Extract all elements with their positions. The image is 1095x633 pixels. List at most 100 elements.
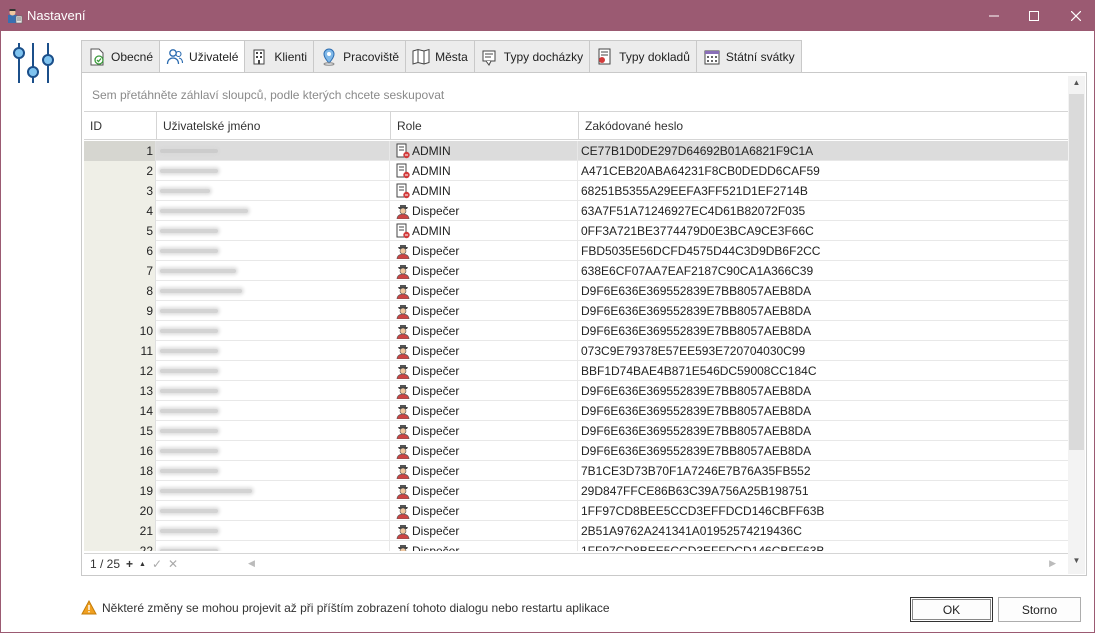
table-row[interactable]: 9 Dispečer D9F6E636E369552839E7BB8057AEB8D… xyxy=(84,301,1068,321)
cell-id[interactable]: 6 xyxy=(84,241,156,261)
cell-id[interactable]: 11 xyxy=(84,341,156,361)
column-header-role[interactable]: Role xyxy=(390,112,578,140)
cell-role[interactable]: Dispečer xyxy=(390,421,578,441)
cell-password-hash[interactable]: D9F6E636E369552839E7BB8057AEB8DA xyxy=(578,441,1068,461)
cell-role[interactable]: Dispečer xyxy=(390,241,578,261)
cell-username[interactable] xyxy=(156,541,390,551)
table-row[interactable]: 18 Dispečer 7B1CE3D73B70F1A7246E7B76A35FB5… xyxy=(84,461,1068,481)
cell-username[interactable] xyxy=(156,241,390,261)
table-row[interactable]: 10 Dispečer D9F6E636E369552839E7BB8057AEB8… xyxy=(84,321,1068,341)
tab-statni-svatky[interactable]: Státní svátky xyxy=(695,40,802,73)
cell-role[interactable]: Dispečer xyxy=(390,521,578,541)
tab-obecne[interactable]: Obecné xyxy=(81,40,160,73)
cell-role[interactable]: Dispečer xyxy=(390,261,578,281)
cell-password-hash[interactable]: D9F6E636E369552839E7BB8057AEB8DA xyxy=(578,401,1068,421)
table-row[interactable]: 22 Dispečer 1FF97CD8BEE5CCD3EFFDCD146CBFF6… xyxy=(84,541,1068,551)
table-row[interactable]: 13 Dispečer D9F6E636E369552839E7BB8057AEB8… xyxy=(84,381,1068,401)
scrollbar-thumb[interactable] xyxy=(1069,94,1084,450)
cell-username[interactable] xyxy=(156,221,390,241)
cell-role[interactable]: Dispečer xyxy=(390,481,578,501)
cell-id[interactable]: 10 xyxy=(84,321,156,341)
cell-role[interactable]: ADMIN xyxy=(390,181,578,201)
cell-id[interactable]: 18 xyxy=(84,461,156,481)
cell-password-hash[interactable]: D9F6E636E369552839E7BB8057AEB8DA xyxy=(578,421,1068,441)
cell-username[interactable] xyxy=(156,501,390,521)
cell-username[interactable] xyxy=(156,341,390,361)
cell-id[interactable]: 20 xyxy=(84,501,156,521)
cell-role[interactable]: Dispečer xyxy=(390,361,578,381)
cell-password-hash[interactable]: 0FF3A721BE3774479D0E3BCA9CE3F66C xyxy=(578,221,1068,241)
table-row[interactable]: 11 Dispečer 073C9E79378E57EE593E720704030C… xyxy=(84,341,1068,361)
table-row[interactable]: 15 Dispečer D9F6E636E369552839E7BB8057AEB8… xyxy=(84,421,1068,441)
cell-role[interactable]: ADMIN xyxy=(390,221,578,241)
cell-id[interactable]: 5 xyxy=(84,221,156,241)
scroll-down-icon[interactable]: ▼ xyxy=(1068,556,1085,570)
cell-username[interactable] xyxy=(156,481,390,501)
maximize-button[interactable] xyxy=(1011,1,1057,31)
cell-id[interactable]: 19 xyxy=(84,481,156,501)
tab-uzivatele[interactable]: Uživatelé xyxy=(159,40,245,74)
add-record-button[interactable]: + xyxy=(126,557,133,571)
table-row[interactable]: 4 Dispečer 63A7F51A71246927EC4D61B82072F03… xyxy=(84,201,1068,221)
cell-username[interactable] xyxy=(156,461,390,481)
cell-role[interactable]: ADMIN xyxy=(390,161,578,181)
table-row[interactable]: 20 Dispečer 1FF97CD8BEE5CCD3EFFDCD146CBFF6… xyxy=(84,501,1068,521)
cell-username[interactable] xyxy=(156,441,390,461)
cell-username[interactable] xyxy=(156,301,390,321)
cell-password-hash[interactable]: D9F6E636E369552839E7BB8057AEB8DA xyxy=(578,281,1068,301)
cell-id[interactable]: 16 xyxy=(84,441,156,461)
cell-role[interactable]: Dispečer xyxy=(390,501,578,521)
cell-password-hash[interactable]: 2B51A9762A241341A01952574219436C xyxy=(578,521,1068,541)
cell-password-hash[interactable]: 7B1CE3D73B70F1A7246E7B76A35FB552 xyxy=(578,461,1068,481)
table-row[interactable]: 1 ADMIN CE77B1D0DE297D64692B01A6821F9C1A xyxy=(84,141,1068,161)
cell-id[interactable]: 8 xyxy=(84,281,156,301)
cell-username[interactable] xyxy=(156,421,390,441)
cell-id[interactable]: 12 xyxy=(84,361,156,381)
cell-password-hash[interactable]: BBF1D74BAE4B871E546DC59008CC184C xyxy=(578,361,1068,381)
cell-password-hash[interactable]: 68251B5355A29EEFA3FF521D1EF2714B xyxy=(578,181,1068,201)
cell-role[interactable]: Dispečer xyxy=(390,381,578,401)
move-up-button[interactable]: ▲ xyxy=(139,561,146,568)
table-row[interactable]: 3 ADMIN 68251B5355A29EEFA3FF521D1EF2714B xyxy=(84,181,1068,201)
tab-mesta[interactable]: Města xyxy=(405,40,474,73)
cell-password-hash[interactable]: CE77B1D0DE297D64692B01A6821F9C1A xyxy=(578,141,1068,161)
cell-password-hash[interactable]: A471CEB20ABA64231F8CB0DEDD6CAF59 xyxy=(578,161,1068,181)
cell-password-hash[interactable]: 638E6CF07AA7EAF2187C90CA1A366C39 xyxy=(578,261,1068,281)
cell-role[interactable]: Dispečer xyxy=(390,541,578,551)
cell-username[interactable] xyxy=(156,321,390,341)
cell-id[interactable]: 14 xyxy=(84,401,156,421)
cell-role[interactable]: Dispečer xyxy=(390,201,578,221)
cell-password-hash[interactable]: D9F6E636E369552839E7BB8057AEB8DA xyxy=(578,301,1068,321)
cell-username[interactable] xyxy=(156,181,390,201)
scroll-right-icon[interactable]: ▶ xyxy=(1049,558,1056,569)
cell-password-hash[interactable]: 073C9E79378E57EE593E720704030C99 xyxy=(578,341,1068,361)
cell-role[interactable]: Dispečer xyxy=(390,441,578,461)
cell-id[interactable]: 13 xyxy=(84,381,156,401)
table-row[interactable]: 21 Dispečer 2B51A9762A241341A0195257421943… xyxy=(84,521,1068,541)
cell-role[interactable]: ADMIN xyxy=(390,141,578,161)
cell-password-hash[interactable]: FBD5035E56DCFD4575D44C3D9DB6F2CC xyxy=(578,241,1068,261)
tab-pracoviste[interactable]: Pracoviště xyxy=(313,40,406,73)
scroll-left-icon[interactable]: ◀ xyxy=(248,558,255,569)
cell-role[interactable]: Dispečer xyxy=(390,281,578,301)
table-row[interactable]: 12 Dispečer BBF1D74BAE4B871E546DC59008CC18… xyxy=(84,361,1068,381)
cell-id[interactable]: 7 xyxy=(84,261,156,281)
table-row[interactable]: 6 Dispečer FBD5035E56DCFD4575D44C3D9DB6F2C… xyxy=(84,241,1068,261)
group-by-panel[interactable]: Sem přetáhněte záhlaví sloupců, podle kt… xyxy=(84,76,1068,112)
cell-role[interactable]: Dispečer xyxy=(390,321,578,341)
cell-password-hash[interactable]: 63A7F51A71246927EC4D61B82072F035 xyxy=(578,201,1068,221)
cell-username[interactable] xyxy=(156,161,390,181)
tab-typy-dokladu[interactable]: Typy dokladů xyxy=(589,40,696,73)
cell-id[interactable]: 15 xyxy=(84,421,156,441)
scroll-up-icon[interactable]: ▲ xyxy=(1068,78,1085,92)
cell-id[interactable]: 3 xyxy=(84,181,156,201)
cell-password-hash[interactable]: 29D847FFCE86B63C39A756A25B198751 xyxy=(578,481,1068,501)
table-row[interactable]: 16 Dispečer D9F6E636E369552839E7BB8057AEB8… xyxy=(84,441,1068,461)
cell-username[interactable] xyxy=(156,261,390,281)
column-header-password-hash[interactable]: Zakódované heslo xyxy=(578,112,1068,140)
ok-button[interactable]: OK xyxy=(910,597,993,622)
cell-role[interactable]: Dispečer xyxy=(390,461,578,481)
cell-role[interactable]: Dispečer xyxy=(390,341,578,361)
cell-username[interactable] xyxy=(156,281,390,301)
cell-password-hash[interactable]: 1FF97CD8BEE5CCD3EFFDCD146CBFF63B xyxy=(578,501,1068,521)
